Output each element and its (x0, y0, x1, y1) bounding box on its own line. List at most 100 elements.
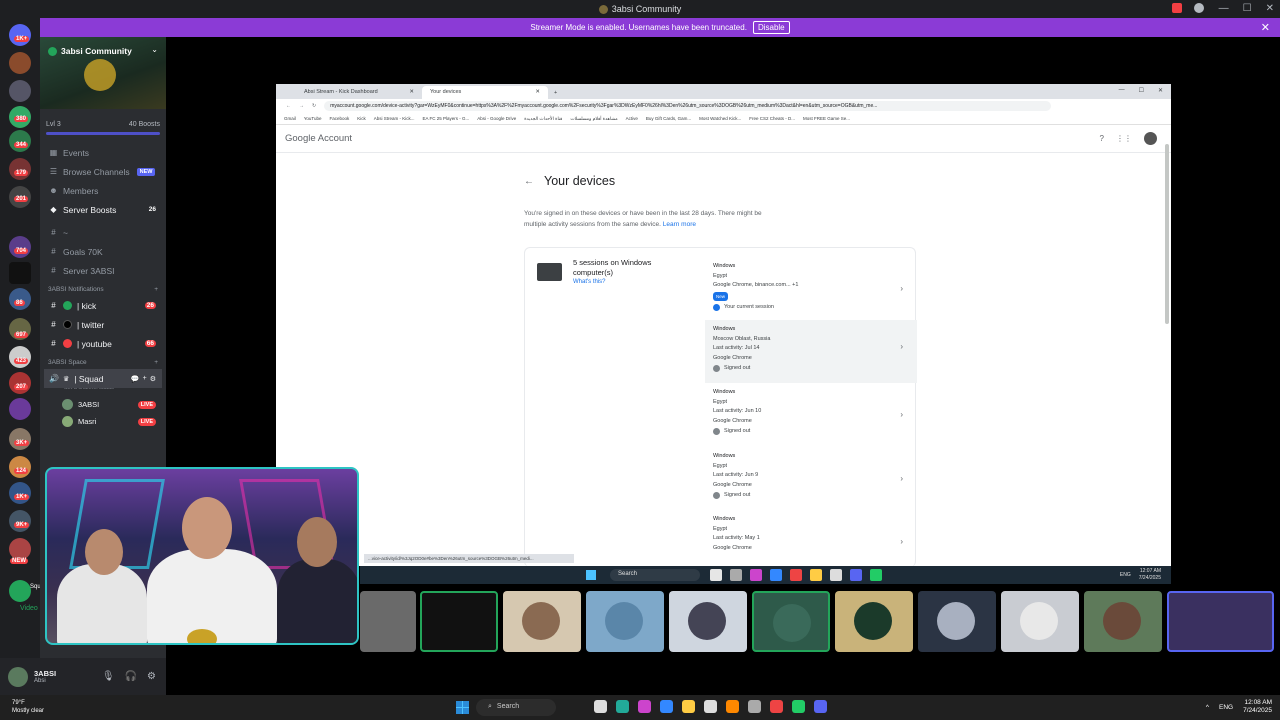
bookmark-item[interactable]: قناة الأحداث الجديدة (524, 116, 562, 122)
server-header[interactable]: 3absi Community ⌄ (40, 37, 166, 109)
taskbar-search[interactable]: ⌕ Search (476, 699, 556, 716)
bookmark-item[interactable]: Most Watched Kick... (699, 116, 741, 121)
bookmark-item[interactable]: Absi Stream - Kick... (374, 116, 415, 121)
forward-icon[interactable]: → (299, 103, 304, 109)
tray-clock[interactable]: 12:07 AM 7/24/2025 (1139, 568, 1161, 582)
channel-kick[interactable]: # | kick 26 (40, 296, 166, 315)
app-icon[interactable] (830, 569, 842, 581)
participant-tile[interactable] (752, 591, 830, 652)
back-arrow-icon[interactable]: ← (524, 176, 534, 187)
minimize-icon[interactable]: — (1119, 87, 1125, 94)
tray-clock[interactable]: 12:08 AM 7/24/2025 (1243, 699, 1272, 715)
bookmark-item[interactable]: Kick (357, 116, 366, 121)
taskbar-search[interactable]: Search (610, 569, 700, 581)
chat-icon[interactable]: 💬 (131, 375, 140, 383)
app-icon[interactable] (750, 569, 762, 581)
nav-events[interactable]: ▦ Events (40, 143, 166, 162)
app-icon[interactable] (638, 700, 651, 713)
discord-icon[interactable] (850, 569, 862, 581)
text-channel[interactable]: # ~ (40, 223, 166, 242)
bookmark-item[interactable]: Buy Gift Cards, Gam... (646, 116, 691, 121)
server-icon[interactable] (9, 580, 31, 602)
nav-browse-channels[interactable]: ☰ Browse Channels NEW (40, 162, 166, 181)
server-icon[interactable] (9, 80, 31, 102)
server-icon[interactable] (9, 52, 31, 74)
participant-tile-stream[interactable] (1167, 591, 1274, 652)
text-channel-server-3absi[interactable]: # Server 3ABSI (40, 261, 166, 280)
kick-server-icon[interactable] (9, 262, 31, 284)
app-icon[interactable] (594, 700, 607, 713)
server-icon[interactable] (9, 158, 31, 180)
account-avatar[interactable] (1144, 132, 1157, 145)
scrollbar[interactable] (1165, 144, 1169, 324)
category-notifications[interactable]: 3ABSI Notifications + (40, 280, 166, 296)
edge-icon[interactable] (770, 569, 782, 581)
chevron-up-icon[interactable]: ^ (1206, 704, 1209, 711)
participant-tile[interactable] (1084, 591, 1162, 652)
app-icon[interactable] (792, 700, 805, 713)
start-icon[interactable] (456, 701, 469, 714)
maximize-icon[interactable]: ☐ (1139, 87, 1144, 94)
maximize-button[interactable]: ☐ (1243, 0, 1252, 18)
participant-tile[interactable] (835, 591, 913, 652)
participant-tile[interactable] (503, 591, 581, 652)
close-icon[interactable]: ✕ (1261, 21, 1270, 34)
text-channel-goals[interactable]: # Goals 70K (40, 242, 166, 261)
participant-tile[interactable] (360, 591, 416, 652)
close-icon[interactable]: ✕ (409, 89, 414, 96)
add-member-icon[interactable]: + (143, 375, 147, 383)
participant-tile[interactable] (1001, 591, 1079, 652)
whats-this-link[interactable]: What's this? (573, 279, 606, 285)
app-icon[interactable] (704, 700, 717, 713)
edge-icon[interactable] (660, 700, 673, 713)
app-icon[interactable] (616, 700, 629, 713)
nav-members[interactable]: ☻ Members (40, 181, 166, 200)
participant-tile[interactable] (420, 591, 498, 652)
bookmark-item[interactable]: Absi - Google Drive (477, 116, 516, 121)
chrome-icon[interactable] (790, 569, 802, 581)
server-icon[interactable] (9, 538, 31, 560)
bookmark-item[interactable]: EA FC 25 Players - G... (423, 116, 470, 121)
voice-channel-squad[interactable]: 🔊 ♛ | Squad 💬 + ⚙ (44, 369, 162, 388)
server-icon[interactable] (9, 236, 31, 258)
start-icon[interactable] (586, 570, 596, 580)
learn-more-link[interactable]: Learn more (663, 221, 696, 228)
app-icon[interactable] (730, 569, 742, 581)
session-item[interactable]: Windows Egypt Last activity: Jun 10 Goog… (705, 388, 917, 451)
category-space[interactable]: 3ABSI Space + (40, 353, 166, 369)
session-item[interactable]: Windows Egypt Last activity: May 1 Googl… (705, 515, 917, 565)
google-account-logo[interactable]: Google Account (285, 133, 352, 144)
participant-tile[interactable] (669, 591, 747, 652)
server-icon[interactable] (9, 346, 31, 368)
weather-widget[interactable]: 79°F Mostly clear (12, 699, 44, 715)
home-server-icon[interactable] (9, 24, 31, 46)
server-icon[interactable] (9, 456, 31, 478)
session-item[interactable]: Windows Egypt Google Chrome, binance.com… (705, 262, 917, 320)
discord-icon[interactable] (814, 700, 827, 713)
voice-user[interactable]: 3ABSI LIVE (40, 396, 166, 413)
gear-icon[interactable]: ⚙ (147, 671, 156, 682)
microphone-icon[interactable]: 🎙 (102, 671, 115, 682)
bookmark-item[interactable]: Free CS2 Cheats - D... (749, 116, 795, 121)
app-icon[interactable] (748, 700, 761, 713)
server-icon[interactable] (9, 428, 31, 450)
browser-tab-active[interactable]: Your devices ✕ (422, 86, 548, 99)
server-icon[interactable] (9, 130, 31, 152)
chevron-down-icon[interactable]: ⌄ (151, 45, 158, 54)
session-item[interactable]: Windows Moscow Oblast, Russia Last activ… (705, 320, 917, 383)
plus-icon[interactable]: + (154, 286, 158, 293)
nav-server-boosts[interactable]: ◆ Server Boosts 26 (40, 200, 166, 219)
channel-youtube[interactable]: # | youtube 66 (40, 334, 166, 353)
bookmark-item[interactable]: Facebook (329, 116, 349, 121)
tray-lang[interactable]: ENG (1219, 704, 1233, 711)
bookmark-item[interactable]: Active (626, 116, 638, 121)
browser-tab[interactable]: Absi Stream - Kick Dashboard ✕ (296, 86, 422, 99)
folder-icon[interactable] (810, 569, 822, 581)
channel-twitter[interactable]: # | twitter (40, 315, 166, 334)
help-icon[interactable]: ? (1100, 134, 1104, 143)
server-icon[interactable] (9, 482, 31, 504)
tray-lang[interactable]: ENG (1120, 572, 1131, 578)
back-icon[interactable]: ← (286, 103, 291, 109)
inbox-icon[interactable] (1172, 3, 1182, 13)
server-icon[interactable] (9, 288, 31, 310)
